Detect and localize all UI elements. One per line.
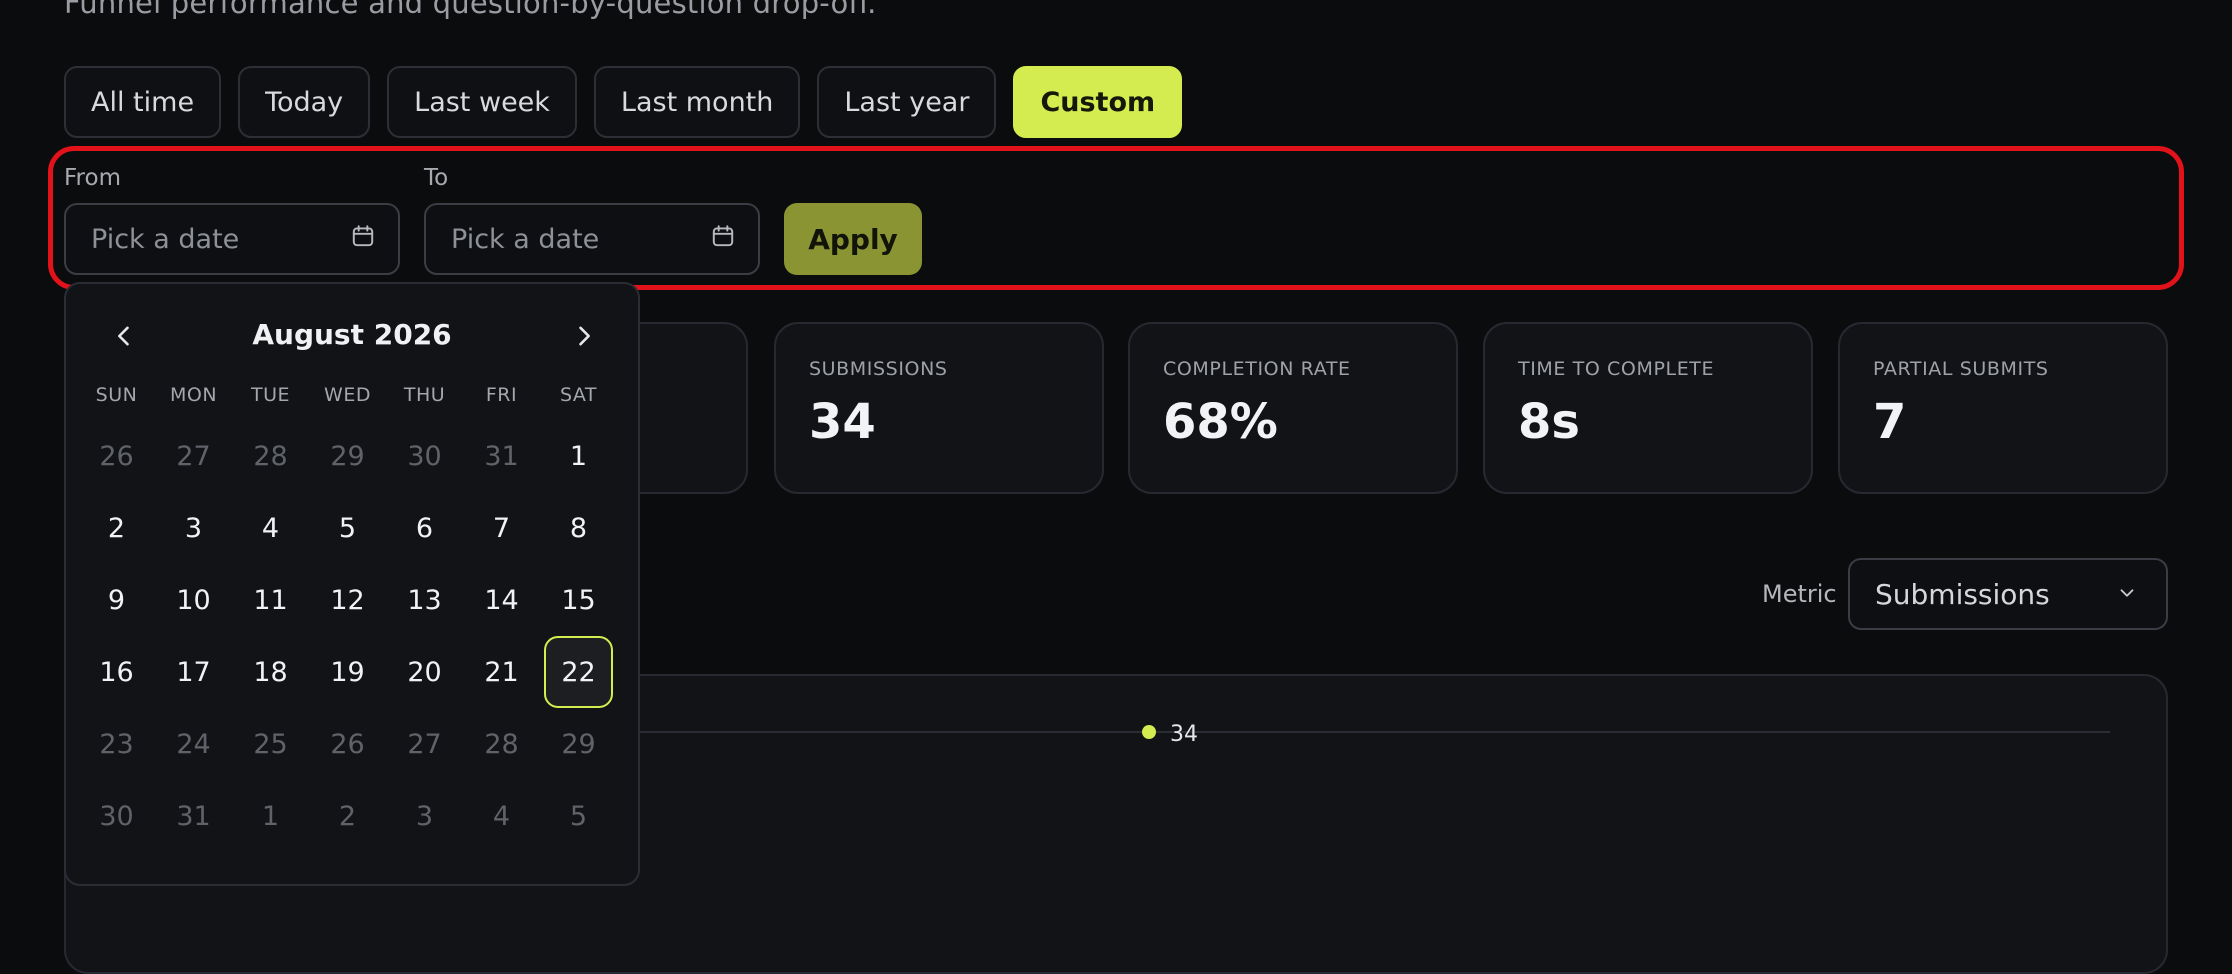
stat-value: 7 bbox=[1873, 394, 1907, 450]
weekday-label: THU bbox=[403, 384, 446, 406]
stat-card-completion-rate: COMPLETION RATE 68% bbox=[1128, 322, 1458, 494]
calendar-day[interactable]: 5 bbox=[544, 780, 613, 852]
page-subtitle: Funnel performance and question-by-quest… bbox=[64, 0, 877, 20]
stat-label: COMPLETION RATE bbox=[1163, 358, 1351, 380]
calendar-day[interactable]: 20 bbox=[390, 636, 459, 708]
stat-label: PARTIAL SUBMITS bbox=[1873, 358, 2049, 380]
calendar-day[interactable]: 2 bbox=[82, 492, 151, 564]
calendar-day[interactable]: 19 bbox=[313, 636, 382, 708]
calendar-day[interactable]: 10 bbox=[159, 564, 228, 636]
calendar-day[interactable]: 29 bbox=[313, 420, 382, 492]
chevron-down-icon bbox=[2116, 578, 2138, 611]
stat-card-submissions: SUBMISSIONS 34 bbox=[774, 322, 1104, 494]
to-date-placeholder: Pick a date bbox=[451, 223, 600, 255]
range-last-month[interactable]: Last month bbox=[593, 66, 801, 138]
range-custom[interactable]: Custom bbox=[1013, 66, 1183, 138]
range-last-week[interactable]: Last week bbox=[387, 66, 577, 138]
stat-value: 68% bbox=[1163, 394, 1278, 450]
calendar-day[interactable]: 7 bbox=[467, 492, 536, 564]
weekday-label: SAT bbox=[559, 384, 598, 406]
calendar-day[interactable]: 16 bbox=[82, 636, 151, 708]
weekday-label: TUE bbox=[250, 384, 291, 406]
chart-point[interactable] bbox=[1142, 725, 1156, 739]
calendar-day[interactable]: 21 bbox=[467, 636, 536, 708]
calendar-day[interactable]: 2 bbox=[313, 780, 382, 852]
calendar-day[interactable]: 28 bbox=[236, 420, 305, 492]
stat-card-partial-submits: PARTIAL SUBMITS 7 bbox=[1838, 322, 2168, 494]
calendar-day[interactable]: 11 bbox=[236, 564, 305, 636]
calendar-day[interactable]: 28 bbox=[467, 708, 536, 780]
calendar-day-today[interactable]: 22 bbox=[544, 636, 613, 708]
chevron-right-icon bbox=[579, 326, 590, 346]
weekday-label: WED bbox=[324, 384, 371, 406]
calendar-day[interactable]: 30 bbox=[390, 420, 459, 492]
calendar-day[interactable]: 23 bbox=[82, 708, 151, 780]
range-all-time[interactable]: All time bbox=[64, 66, 222, 138]
calendar-day[interactable]: 26 bbox=[313, 708, 382, 780]
calendar-day[interactable]: 4 bbox=[236, 492, 305, 564]
calendar-day[interactable]: 25 bbox=[236, 708, 305, 780]
calendar-day[interactable]: 12 bbox=[313, 564, 382, 636]
calendar-weekdays: SUN MON TUE WED THU FRI SAT bbox=[78, 384, 618, 406]
date-range-tabs: All time Today Last week Last month Last… bbox=[64, 66, 1183, 138]
calendar-day[interactable]: 29 bbox=[544, 708, 613, 780]
from-date-input[interactable]: Pick a date bbox=[64, 203, 400, 275]
calendar-day[interactable]: 1 bbox=[236, 780, 305, 852]
range-last-year[interactable]: Last year bbox=[817, 66, 997, 138]
weekday-label: FRI bbox=[485, 384, 518, 406]
metric-selected-value: Submissions bbox=[1875, 577, 2050, 611]
range-today[interactable]: Today bbox=[238, 66, 371, 138]
calendar-day[interactable]: 31 bbox=[159, 780, 228, 852]
stat-label: TIME TO COMPLETE bbox=[1518, 358, 1715, 380]
stat-value: 34 bbox=[809, 394, 876, 450]
calendar-day[interactable]: 30 bbox=[82, 780, 151, 852]
calendar-day[interactable]: 6 bbox=[390, 492, 459, 564]
calendar-day[interactable]: 26 bbox=[82, 420, 151, 492]
metric-label: Metric bbox=[1762, 580, 1837, 608]
calendar-day[interactable]: 4 bbox=[467, 780, 536, 852]
calendar-icon bbox=[710, 223, 736, 256]
stat-label: SUBMISSIONS bbox=[809, 358, 948, 380]
weekday-label: SUN bbox=[95, 384, 138, 406]
calendar-day[interactable]: 18 bbox=[236, 636, 305, 708]
calendar-day[interactable]: 9 bbox=[82, 564, 151, 636]
calendar-day[interactable]: 31 bbox=[467, 420, 536, 492]
apply-button[interactable]: Apply bbox=[784, 203, 922, 275]
stat-value: 8s bbox=[1518, 394, 1580, 450]
calendar-day[interactable]: 27 bbox=[159, 420, 228, 492]
next-month-button[interactable] bbox=[562, 314, 606, 358]
calendar-day[interactable]: 1 bbox=[544, 420, 613, 492]
to-label: To bbox=[424, 165, 449, 191]
calendar-day[interactable]: 14 bbox=[467, 564, 536, 636]
calendar-month-label: August 2026 bbox=[252, 317, 452, 351]
calendar-day[interactable]: 24 bbox=[159, 708, 228, 780]
metric-select[interactable]: Submissions bbox=[1848, 558, 2168, 630]
calendar-days-grid: 26 27 28 29 30 31 1 2 3 4 5 6 7 8 9 10 11 12 13 14 15 16 17 18 1… bbox=[78, 420, 618, 852]
calendar-day[interactable]: 17 bbox=[159, 636, 228, 708]
calendar-day[interactable]: 13 bbox=[390, 564, 459, 636]
calendar-day[interactable]: 27 bbox=[390, 708, 459, 780]
weekday-label: MON bbox=[169, 384, 218, 406]
calendar-icon bbox=[350, 223, 376, 256]
calendar-day[interactable]: 3 bbox=[159, 492, 228, 564]
calendar-day[interactable]: 15 bbox=[544, 564, 613, 636]
calendar-day[interactable]: 3 bbox=[390, 780, 459, 852]
stat-card-time-to-complete: TIME TO COMPLETE 8s bbox=[1483, 322, 1813, 494]
to-date-input[interactable]: Pick a date bbox=[424, 203, 760, 275]
chart-point-label: 34 bbox=[1170, 722, 1198, 747]
from-label: From bbox=[64, 165, 121, 191]
from-date-placeholder: Pick a date bbox=[91, 223, 240, 255]
calendar-day[interactable]: 5 bbox=[313, 492, 382, 564]
date-picker-popover: August 2026 SUN MON TUE WED THU FRI SAT 26 27 28… bbox=[64, 282, 640, 886]
calendar-day[interactable]: 8 bbox=[544, 492, 613, 564]
